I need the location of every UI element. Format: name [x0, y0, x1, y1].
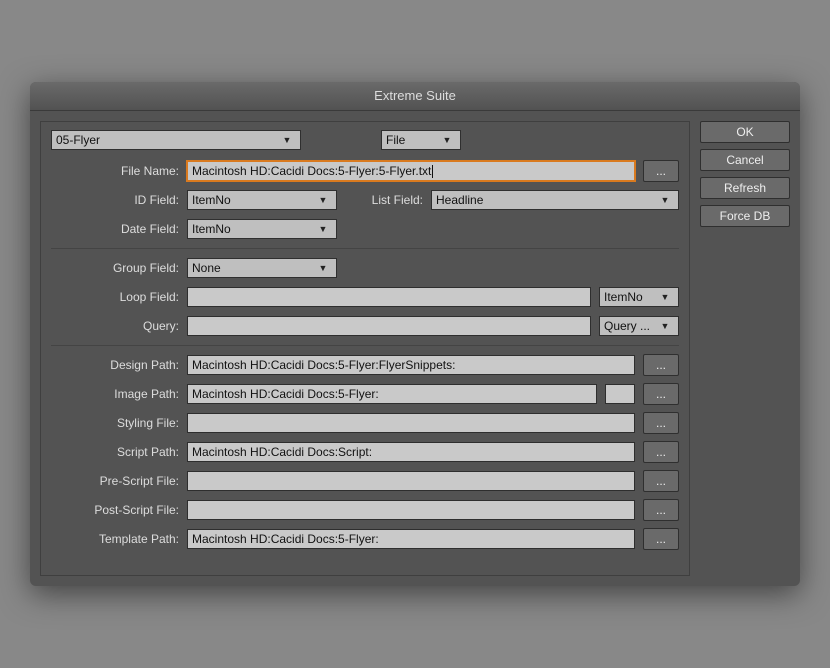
label-date-field: Date Field:: [51, 222, 187, 236]
window-title: Extreme Suite: [30, 82, 800, 111]
label-list-field: List Field:: [353, 193, 431, 207]
script-path-value: Macintosh HD:Cacidi Docs:Script:: [192, 445, 372, 459]
image-path-input[interactable]: Macintosh HD:Cacidi Docs:5-Flyer:: [187, 384, 597, 404]
label-file-name: File Name:: [51, 164, 187, 178]
force-db-button[interactable]: Force DB: [700, 205, 790, 227]
row-template-path: Template Path: Macintosh HD:Cacidi Docs:…: [51, 528, 679, 550]
date-field-value: ItemNo: [192, 222, 231, 236]
id-field-value: ItemNo: [192, 193, 231, 207]
list-field-value: Headline: [436, 193, 483, 207]
label-query: Query:: [51, 319, 187, 333]
script-path-input[interactable]: Macintosh HD:Cacidi Docs:Script:: [187, 442, 635, 462]
image-path-extra-input[interactable]: [605, 384, 635, 404]
template-path-value: Macintosh HD:Cacidi Docs:5-Flyer:: [192, 532, 379, 546]
ok-button[interactable]: OK: [700, 121, 790, 143]
row-id-list: ID Field: ItemNo ▼ List Field: Headline …: [51, 189, 679, 211]
dialog-body: 05-Flyer ▼ File ▼ File Name: Macintosh H…: [30, 111, 800, 586]
top-row: 05-Flyer ▼ File ▼: [51, 130, 679, 150]
chevron-down-icon: ▼: [656, 292, 674, 302]
browse-styling-file-button[interactable]: ...: [643, 412, 679, 434]
divider: [51, 345, 679, 346]
chevron-down-icon: ▼: [278, 135, 296, 145]
image-path-value: Macintosh HD:Cacidi Docs:5-Flyer:: [192, 387, 379, 401]
label-image-path: Image Path:: [51, 387, 187, 401]
label-design-path: Design Path:: [51, 358, 187, 372]
browse-design-path-button[interactable]: ...: [643, 354, 679, 376]
row-loop-field: Loop Field: ItemNo ▼: [51, 286, 679, 308]
file-name-value: Macintosh HD:Cacidi Docs:5-Flyer:5-Flyer…: [192, 164, 433, 178]
label-styling-file: Styling File:: [51, 416, 187, 430]
chevron-down-icon: ▼: [314, 263, 332, 273]
row-image-path: Image Path: Macintosh HD:Cacidi Docs:5-F…: [51, 383, 679, 405]
refresh-button[interactable]: Refresh: [700, 177, 790, 199]
divider: [51, 248, 679, 249]
label-post-script-file: Post-Script File:: [51, 503, 187, 517]
query-selector[interactable]: Query ... ▼: [599, 316, 679, 336]
loop-field-selector-value: ItemNo: [604, 290, 643, 304]
query-selector-value: Query ...: [604, 319, 650, 333]
design-path-value: Macintosh HD:Cacidi Docs:5-Flyer:FlyerSn…: [192, 358, 455, 372]
label-script-path: Script Path:: [51, 445, 187, 459]
row-script-path: Script Path: Macintosh HD:Cacidi Docs:Sc…: [51, 441, 679, 463]
mode-select[interactable]: File ▼: [381, 130, 461, 150]
label-group-field: Group Field:: [51, 261, 187, 275]
post-script-file-input[interactable]: [187, 500, 635, 520]
loop-field-selector[interactable]: ItemNo ▼: [599, 287, 679, 307]
row-pre-script-file: Pre-Script File: ...: [51, 470, 679, 492]
chevron-down-icon: ▼: [314, 224, 332, 234]
browse-script-path-button[interactable]: ...: [643, 441, 679, 463]
row-date-field: Date Field: ItemNo ▼: [51, 218, 679, 240]
browse-image-path-button[interactable]: ...: [643, 383, 679, 405]
row-group-field: Group Field: None ▼: [51, 257, 679, 279]
styling-file-input[interactable]: [187, 413, 635, 433]
row-post-script-file: Post-Script File: ...: [51, 499, 679, 521]
dialog-window: Extreme Suite 05-Flyer ▼ File ▼ File Nam…: [30, 82, 800, 586]
chevron-down-icon: ▼: [656, 195, 674, 205]
label-pre-script-file: Pre-Script File:: [51, 474, 187, 488]
preset-select[interactable]: 05-Flyer ▼: [51, 130, 301, 150]
date-field-select[interactable]: ItemNo ▼: [187, 219, 337, 239]
id-field-select[interactable]: ItemNo ▼: [187, 190, 337, 210]
label-id-field: ID Field:: [51, 193, 187, 207]
browse-post-script-file-button[interactable]: ...: [643, 499, 679, 521]
row-design-path: Design Path: Macintosh HD:Cacidi Docs:5-…: [51, 354, 679, 376]
file-name-input[interactable]: Macintosh HD:Cacidi Docs:5-Flyer:5-Flyer…: [187, 161, 635, 181]
row-styling-file: Styling File: ...: [51, 412, 679, 434]
template-path-input[interactable]: Macintosh HD:Cacidi Docs:5-Flyer:: [187, 529, 635, 549]
main-panel: 05-Flyer ▼ File ▼ File Name: Macintosh H…: [40, 121, 690, 576]
side-panel: OK Cancel Refresh Force DB: [700, 121, 790, 576]
group-field-value: None: [192, 261, 221, 275]
chevron-down-icon: ▼: [438, 135, 456, 145]
design-path-input[interactable]: Macintosh HD:Cacidi Docs:5-Flyer:FlyerSn…: [187, 355, 635, 375]
query-input[interactable]: [187, 316, 591, 336]
pre-script-file-input[interactable]: [187, 471, 635, 491]
loop-field-input[interactable]: [187, 287, 591, 307]
browse-template-path-button[interactable]: ...: [643, 528, 679, 550]
group-field-select[interactable]: None ▼: [187, 258, 337, 278]
label-template-path: Template Path:: [51, 532, 187, 546]
list-field-select[interactable]: Headline ▼: [431, 190, 679, 210]
label-loop-field: Loop Field:: [51, 290, 187, 304]
preset-select-value: 05-Flyer: [56, 133, 100, 147]
chevron-down-icon: ▼: [656, 321, 674, 331]
cancel-button[interactable]: Cancel: [700, 149, 790, 171]
row-file-name: File Name: Macintosh HD:Cacidi Docs:5-Fl…: [51, 160, 679, 182]
chevron-down-icon: ▼: [314, 195, 332, 205]
row-query: Query: Query ... ▼: [51, 315, 679, 337]
mode-select-value: File: [386, 133, 405, 147]
browse-pre-script-file-button[interactable]: ...: [643, 470, 679, 492]
browse-file-name-button[interactable]: ...: [643, 160, 679, 182]
